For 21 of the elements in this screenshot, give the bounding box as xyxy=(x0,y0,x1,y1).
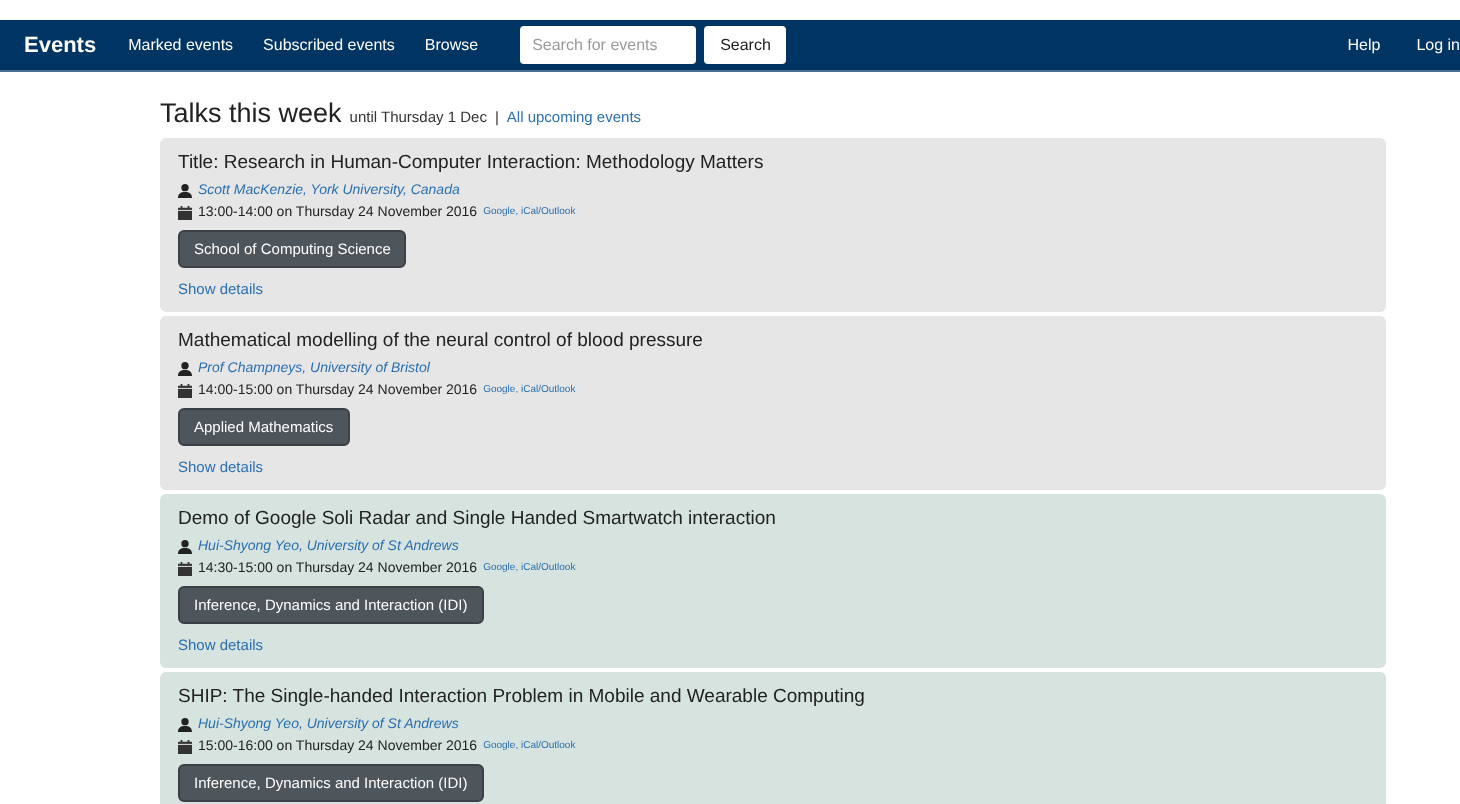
calendar-icon xyxy=(178,740,192,754)
search-button[interactable]: Search xyxy=(704,26,787,64)
calendar-icon xyxy=(178,206,192,220)
event-title: Mathematical modelling of the neural control of blood pressure xyxy=(178,328,705,354)
event-title: Title: Research in Human-Computer Interaction: Methodology Matters xyxy=(178,150,766,176)
person-icon xyxy=(178,540,192,554)
person-icon xyxy=(178,718,192,732)
brand-link[interactable]: Events xyxy=(24,33,97,57)
person-icon xyxy=(178,362,192,376)
nav-link[interactable]: Browse xyxy=(424,36,479,54)
event-title: SHIP: The Single-handed Interaction Problem in Mobile and Wearable Computing xyxy=(178,684,867,710)
calendar-icon xyxy=(178,384,192,398)
nav-link[interactable]: Log in xyxy=(1416,36,1460,54)
nav-link[interactable]: Help xyxy=(1347,36,1381,54)
nav-link[interactable]: Marked events xyxy=(128,36,234,54)
calendar-icon xyxy=(178,562,192,576)
nav-link[interactable]: Subscribed events xyxy=(263,36,395,54)
page-heading: Talks this week xyxy=(160,98,342,128)
event-title: Demo of Google Soli Radar and Single Handed Smartwatch interaction xyxy=(178,506,778,532)
search-field[interactable]: Search for events xyxy=(520,26,697,64)
person-icon xyxy=(178,184,192,198)
